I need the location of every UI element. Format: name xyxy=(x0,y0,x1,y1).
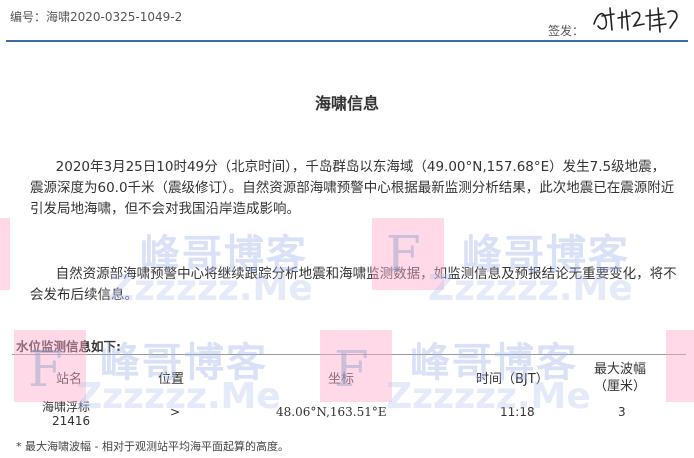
footnote: * 最大海啸波幅 - 相对于观测站平均海平面起算的高度。 xyxy=(16,440,289,453)
monitoring-section-heading: 水位监测信息如下: xyxy=(16,339,121,354)
document-code: 编号：海啸2020-0325-1049-2 xyxy=(10,10,183,24)
wave-height-cell: 3 xyxy=(618,405,626,419)
station-name-cell: 海啸浮标 xyxy=(42,400,91,414)
watermark-square xyxy=(666,330,694,402)
watermark-square xyxy=(320,330,392,402)
section-divider xyxy=(12,354,686,355)
coordinates-cell: 48.06°N,163.51°E xyxy=(276,405,387,419)
column-header-wave-unit: （厘米） xyxy=(594,379,647,394)
bulletin-paragraph-2: 自然资源部海啸预警中心将继续跟踪分析地震和海啸监测数据，如监测信息及预报结论无重… xyxy=(30,266,677,303)
header-divider xyxy=(6,40,688,42)
station-id-cell: 21416 xyxy=(52,414,91,428)
bulletin-paragraph-1: 2020年3月25日10时49分（北京时间），千岛群岛以东海域（49.00°N,… xyxy=(30,159,675,217)
page-title: 海啸信息 xyxy=(314,94,379,113)
time-cell: 11:18 xyxy=(500,405,535,419)
watermark-square xyxy=(0,218,10,290)
sign-label: 签发： xyxy=(548,24,585,38)
column-header-position: 位置 xyxy=(158,372,185,387)
position-link-arrow[interactable]: > xyxy=(170,405,180,419)
handwritten-signature xyxy=(593,7,678,33)
column-header-coordinates: 坐标 xyxy=(328,372,355,387)
column-header-station: 站名 xyxy=(56,372,83,387)
column-header-time: 时间（BJT） xyxy=(476,372,549,387)
